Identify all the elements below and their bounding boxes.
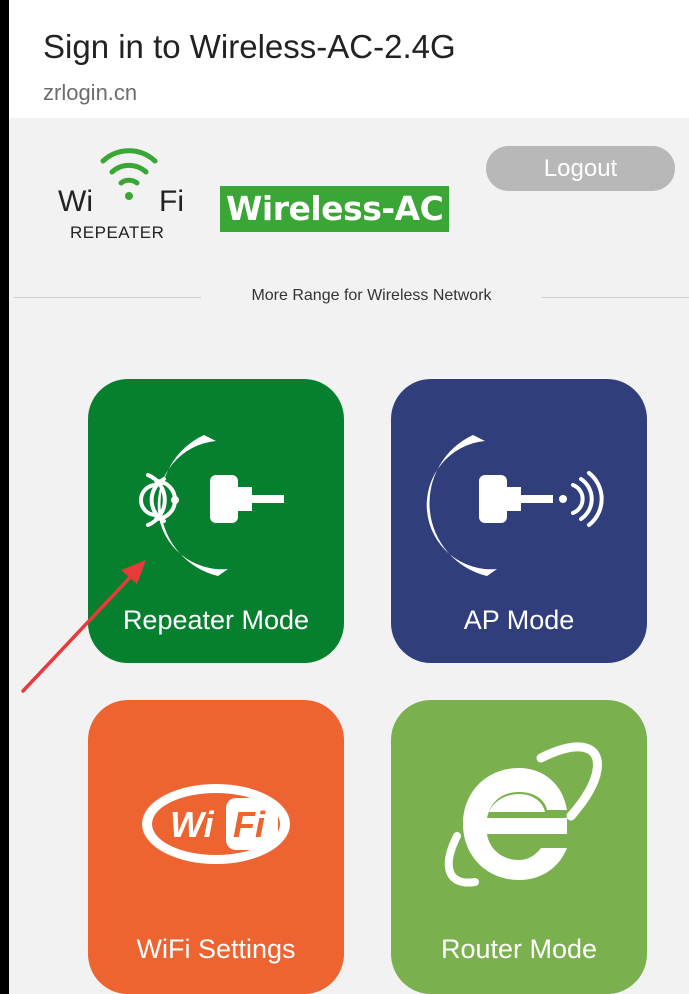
brand-badge: Wireless-AC (220, 186, 450, 232)
router-mode-label: Router Mode (440, 934, 598, 964)
wifi-logo-fi: Fi (233, 804, 266, 845)
internet-explorer-icon (444, 742, 602, 887)
tagline: More Range for Wireless Network (251, 287, 492, 304)
logout-button[interactable]: Logout (486, 146, 675, 191)
wifi-logo-wi: Wi (170, 804, 215, 845)
divider-right (542, 297, 689, 298)
page-title: Sign in to Wireless-AC-2.4G (43, 28, 456, 65)
window-left-border (0, 0, 9, 994)
ap-icon (426, 435, 604, 576)
wifi-logo-icon: Wi Fi (142, 784, 290, 864)
sign-in-header: Sign in to Wireless-AC-2.4G zrlogin.cn (9, 0, 689, 118)
router-portal: Wi Fi REPEATER Wireless-AC Logout More R… (9, 118, 689, 994)
wifi-settings-label: WiFi Settings (136, 934, 296, 964)
ap-mode-label: AP Mode (463, 605, 575, 635)
wifi-settings-tile[interactable]: Wi Fi WiFi Settings (88, 700, 344, 994)
ap-mode-tile[interactable]: AP Mode (391, 379, 647, 663)
page-url: zrlogin.cn (43, 80, 138, 105)
router-mode-tile[interactable]: Router Mode (391, 700, 647, 994)
annotation-arrow-icon (21, 560, 146, 693)
